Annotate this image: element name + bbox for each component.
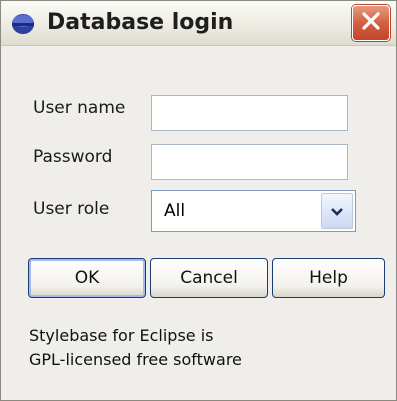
help-button-label: Help [309,268,348,288]
username-input[interactable] [151,95,348,131]
license-note-line-2: GPL-licensed free software [29,350,242,369]
title-bar[interactable]: Database login [1,1,396,46]
help-button[interactable]: Help [272,258,385,298]
license-note: Stylebase for Eclipse is GPL-licensed fr… [29,324,242,372]
username-label: User name [33,98,126,118]
dialog-title: Database login [47,10,234,35]
ok-button[interactable]: OK [28,258,146,298]
role-selected-value: All [164,201,186,221]
cancel-button[interactable]: Cancel [150,258,268,298]
login-dialog: Database login User name Password User r… [0,0,397,401]
database-icon [11,13,35,35]
role-label: User role [33,199,110,219]
cancel-button-label: Cancel [180,268,238,288]
password-label: Password [33,147,113,167]
license-note-line-1: Stylebase for Eclipse is [29,326,214,345]
role-select[interactable]: All [151,190,356,232]
ok-button-label: OK [74,268,100,288]
close-icon [360,10,382,36]
role-dropdown-button[interactable] [321,193,353,229]
password-input[interactable] [151,144,348,180]
close-button[interactable] [352,5,390,41]
dialog-content: User name Password User role All OK Canc… [1,46,396,400]
chevron-down-icon [330,202,344,221]
